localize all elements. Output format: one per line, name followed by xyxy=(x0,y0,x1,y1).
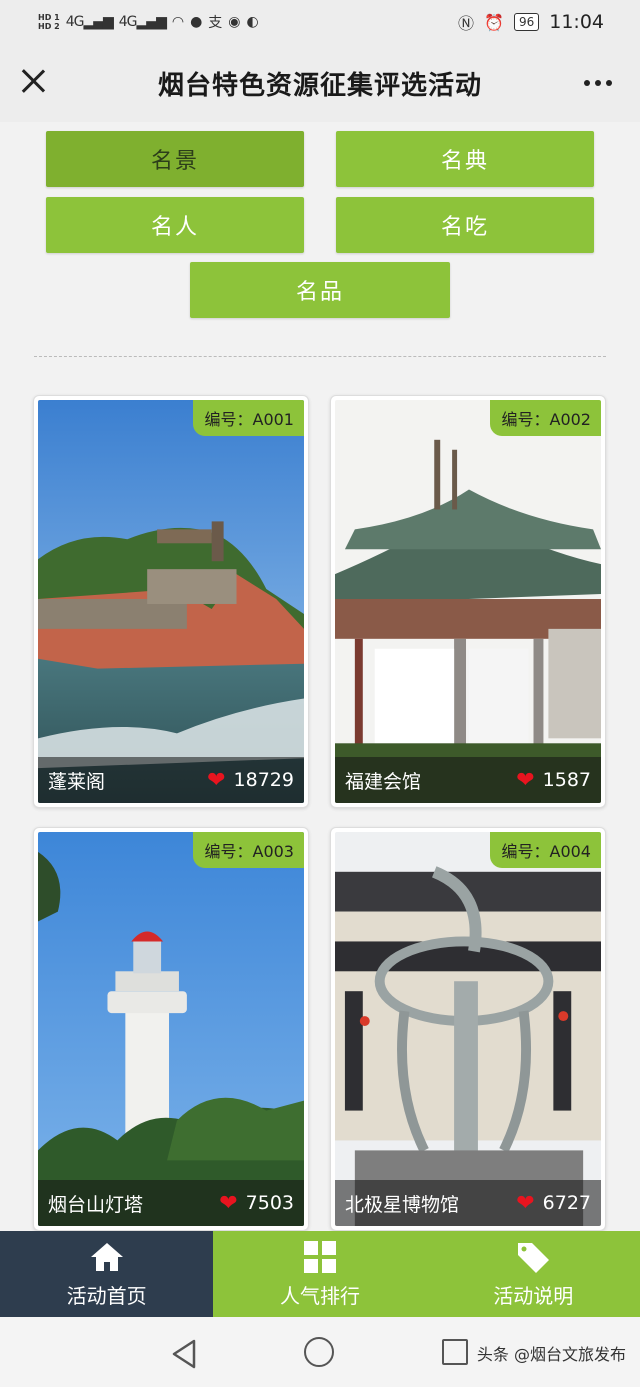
bulb-icon: ◉ xyxy=(228,14,241,30)
heart-icon[interactable]: ❤ xyxy=(516,1191,534,1216)
chat-icon: ● xyxy=(190,14,203,30)
vote-count: 6727 xyxy=(542,1192,591,1214)
tab-ranking-label: 人气排行 xyxy=(279,1283,360,1308)
vote-count: 7503 xyxy=(245,1192,294,1214)
polaris-museum-photo xyxy=(335,832,601,1226)
grid-icon xyxy=(303,1240,336,1273)
signal-icon: 4G▂▄▆ xyxy=(65,14,114,30)
hd1-label: HD 1 xyxy=(38,13,60,22)
title-bar: 烟台特色资源征集评选活动 xyxy=(0,44,640,122)
category-button-mingren[interactable]: 名人 xyxy=(46,197,304,253)
page-title: 烟台特色资源征集评选活动 xyxy=(157,70,482,101)
card-a002[interactable]: 编号：A002 福建会馆 ❤ 1587 xyxy=(330,395,606,808)
compass-icon: ◐ xyxy=(246,14,259,30)
alipay-icon: 支 xyxy=(208,15,223,31)
home-nav-icon[interactable] xyxy=(304,1337,334,1367)
card-image: 编号：A003 烟台山灯塔 ❤ 7503 xyxy=(38,832,304,1226)
alarm-icon: ⏰ xyxy=(484,12,504,32)
tab-home-label: 活动首页 xyxy=(66,1283,147,1308)
card-a003[interactable]: 编号：A003 烟台山灯塔 ❤ 7503 xyxy=(33,827,309,1231)
card-a004[interactable]: 编号：A004 北极星博物馆 ❤ 6727 xyxy=(330,827,606,1231)
category-button-mingpin[interactable]: 名品 xyxy=(190,262,450,318)
wifi-icon: ◠ xyxy=(171,14,185,30)
card-a001[interactable]: 编号：A001 蓬莱阁 ❤ 18729 xyxy=(33,395,309,808)
card-image: 编号：A004 北极星博物馆 ❤ 6727 xyxy=(335,832,601,1226)
tab-ranking[interactable]: 人气排行 xyxy=(213,1231,427,1317)
hd-indicator: HD 1 HD 2 xyxy=(38,13,60,31)
card-name: 蓬莱阁 xyxy=(48,770,106,793)
tab-rules[interactable]: 活动说明 xyxy=(426,1231,640,1317)
tag-icon xyxy=(518,1242,550,1273)
tab-home[interactable]: 活动首页 xyxy=(0,1231,214,1317)
recent-apps-icon[interactable] xyxy=(442,1339,468,1365)
back-icon[interactable] xyxy=(170,1339,198,1369)
vote-count: 1587 xyxy=(542,769,591,791)
category-button-mingjing[interactable]: 名景 xyxy=(46,131,304,187)
status-bar: HD 1 HD 2 4G▂▄▆ 4G▂▄▆ ◠ ● 支 ◉ ◐ Ⓝ ⏰ 96 1… xyxy=(0,0,640,44)
watermark: 头条 @烟台文旅发布 xyxy=(476,1345,626,1364)
more-icon[interactable] xyxy=(584,80,612,86)
code-badge: 编号：A002 xyxy=(489,400,601,436)
tab-rules-label: 活动说明 xyxy=(493,1283,574,1308)
close-icon[interactable] xyxy=(18,66,48,96)
clock: 11:04 xyxy=(549,11,604,33)
category-button-mingdian[interactable]: 名典 xyxy=(336,131,594,187)
fujian-hall-photo xyxy=(335,400,601,803)
card-image: 编号：A002 福建会馆 ❤ 1587 xyxy=(335,400,601,803)
code-badge: 编号：A003 xyxy=(192,832,304,868)
card-caption: 烟台山灯塔 ❤ 7503 xyxy=(38,1180,304,1226)
nfc-icon: Ⓝ xyxy=(458,14,475,33)
card-caption: 北极星博物馆 ❤ 6727 xyxy=(335,1180,601,1226)
category-button-mingchi[interactable]: 名吃 xyxy=(336,197,594,253)
home-icon xyxy=(90,1242,123,1271)
battery-icon: 96 xyxy=(513,13,540,31)
bottom-tab-bar: 活动首页 人气排行 活动说明 xyxy=(0,1231,640,1317)
lighthouse-photo xyxy=(38,832,304,1226)
vote-count: 18729 xyxy=(233,769,294,791)
system-nav-bar: 头条 @烟台文旅发布 xyxy=(0,1317,640,1387)
card-name: 烟台山灯塔 xyxy=(48,1193,144,1216)
divider xyxy=(34,356,606,357)
signal-icon-2: 4G▂▄▆ xyxy=(118,14,167,30)
card-image: 编号：A001 蓬莱阁 ❤ 18729 xyxy=(38,400,304,803)
penglai-photo xyxy=(38,400,304,803)
code-badge: 编号：A004 xyxy=(489,832,601,868)
code-badge: 编号：A001 xyxy=(192,400,304,436)
heart-icon[interactable]: ❤ xyxy=(516,768,534,793)
card-name: 北极星博物馆 xyxy=(345,1193,460,1216)
card-name: 福建会馆 xyxy=(345,770,422,793)
heart-icon[interactable]: ❤ xyxy=(219,1191,237,1216)
card-caption: 福建会馆 ❤ 1587 xyxy=(335,757,601,803)
hd2-label: HD 2 xyxy=(38,22,60,31)
heart-icon[interactable]: ❤ xyxy=(207,768,225,793)
card-caption: 蓬莱阁 ❤ 18729 xyxy=(38,757,304,803)
